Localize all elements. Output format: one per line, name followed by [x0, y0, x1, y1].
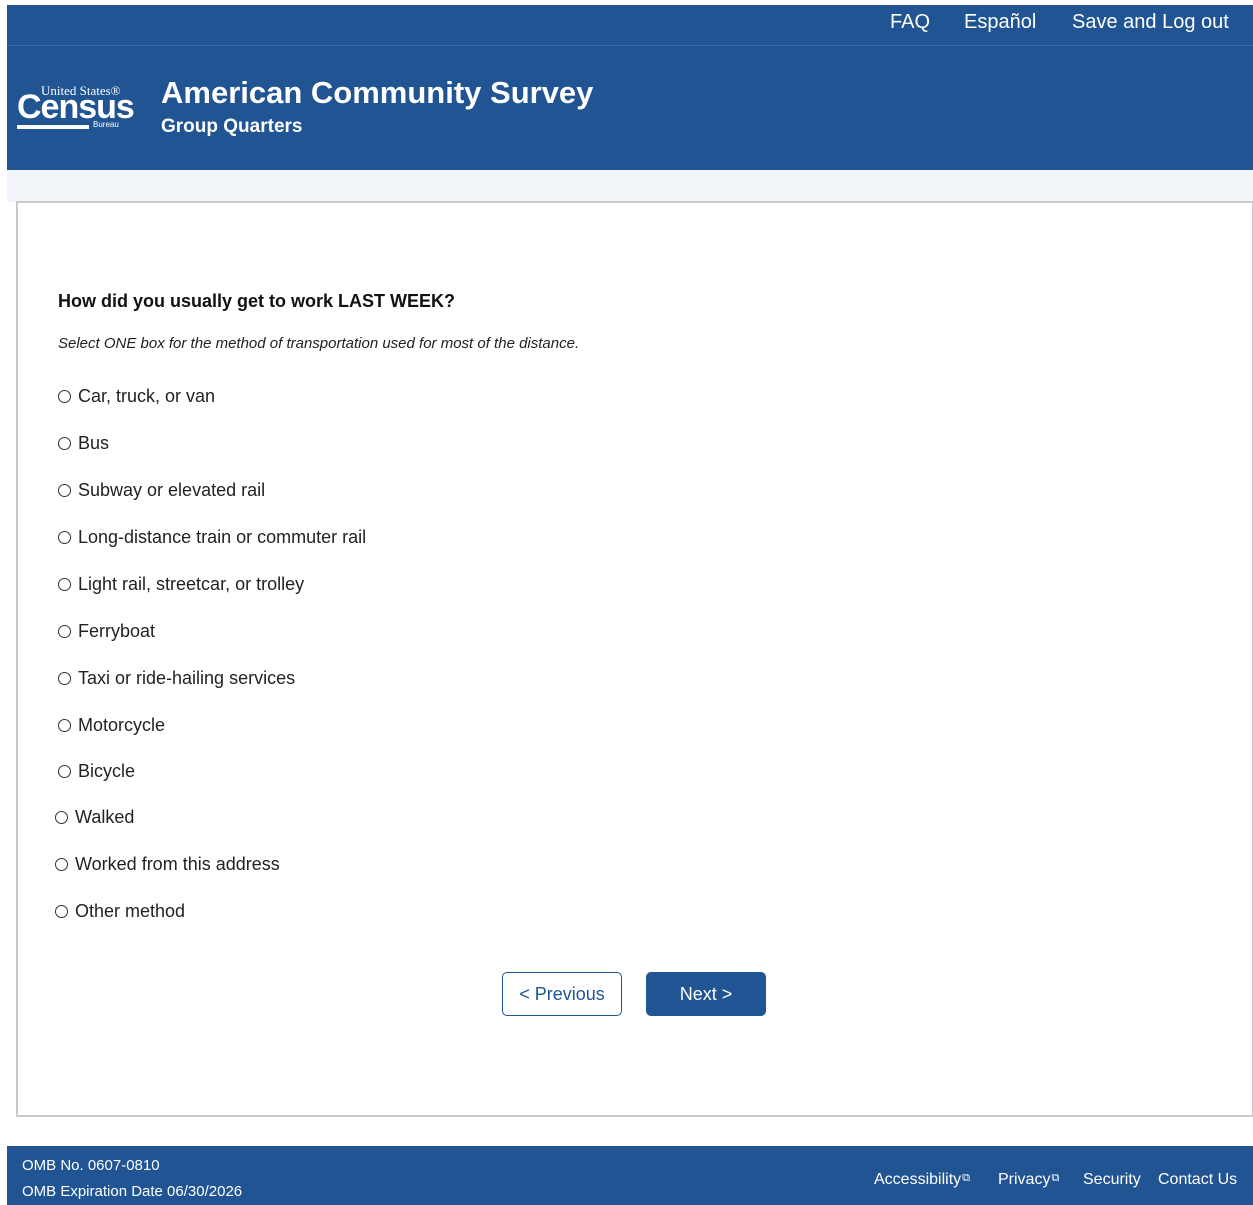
security-link[interactable]: Security: [1083, 1171, 1141, 1189]
previous-button[interactable]: < Previous: [502, 972, 622, 1016]
option-other-method[interactable]: Other method: [55, 899, 185, 923]
question-text: How did you usually get to work LAST WEE…: [58, 291, 456, 311]
radio-button[interactable]: [58, 764, 71, 778]
option-worked-from-address[interactable]: Worked from this address: [55, 852, 280, 876]
header-spacer: [7, 170, 1253, 202]
radio-button[interactable]: [58, 436, 71, 450]
radio-button[interactable]: [55, 904, 68, 918]
radio-button[interactable]: [58, 577, 71, 591]
option-label: Taxi or ride-hailing services: [78, 667, 296, 688]
option-motorcycle[interactable]: Motorcycle: [58, 713, 165, 737]
radio-button[interactable]: [58, 483, 71, 497]
save-logout-link[interactable]: Save and Log out: [1072, 11, 1229, 34]
radio-button[interactable]: [58, 389, 71, 403]
option-label: Other method: [75, 900, 186, 921]
radio-button[interactable]: [58, 624, 71, 638]
contact-us-link[interactable]: Contact Us: [1158, 1171, 1237, 1189]
option-walked[interactable]: Walked: [55, 805, 134, 829]
option-label: Subway or elevated rail: [78, 479, 266, 500]
option-label: Light rail, streetcar, or trolley: [78, 573, 305, 594]
option-ferryboat[interactable]: Ferryboat: [58, 619, 155, 643]
question-instruction: Select ONE box for the method of transpo…: [58, 335, 580, 352]
faq-link[interactable]: FAQ: [890, 11, 930, 34]
privacy-link[interactable]: Privacy⧉: [998, 1171, 1059, 1189]
option-label: Car, truck, or van: [78, 385, 216, 406]
option-taxi[interactable]: Taxi or ride-hailing services: [58, 666, 295, 690]
accessibility-link[interactable]: Accessibility⧉: [874, 1171, 970, 1189]
option-subway[interactable]: Subway or elevated rail: [58, 478, 265, 502]
option-bus[interactable]: Bus: [58, 431, 109, 455]
census-logo[interactable]: United States® Census Bureau: [17, 83, 135, 133]
omb-number: OMB No. 0607-0810: [22, 1157, 160, 1174]
option-label: Bus: [78, 432, 110, 453]
radio-button[interactable]: [58, 530, 71, 544]
next-button[interactable]: Next >: [646, 972, 766, 1016]
option-label: Ferryboat: [78, 620, 156, 641]
site-subtitle: Group Quarters: [161, 116, 303, 137]
privacy-label: Privacy: [998, 1171, 1051, 1188]
option-light-rail[interactable]: Light rail, streetcar, or trolley: [58, 572, 304, 596]
espanol-link[interactable]: Español: [964, 11, 1036, 34]
radio-button[interactable]: [55, 810, 68, 824]
radio-button[interactable]: [55, 857, 68, 871]
site-header: FAQ Español Save and Log out United Stat…: [7, 5, 1253, 170]
radio-button[interactable]: [58, 718, 71, 732]
omb-expiration: OMB Expiration Date 06/30/2026: [22, 1183, 243, 1200]
question-card: How did you usually get to work LAST WEE…: [16, 201, 1253, 1117]
option-bicycle[interactable]: Bicycle: [58, 759, 135, 783]
external-link-icon: ⧉: [1051, 1172, 1060, 1184]
page: FAQ Español Save and Log out United Stat…: [0, 0, 1253, 1205]
option-label: Walked: [75, 806, 135, 827]
option-label: Worked from this address: [75, 853, 280, 874]
option-label: Bicycle: [78, 760, 136, 781]
site-footer: OMB No. 0607-0810 OMB Expiration Date 06…: [7, 1146, 1253, 1205]
site-title: American Community Survey: [161, 75, 594, 110]
logo-underline: [17, 125, 89, 129]
option-car-truck-van[interactable]: Car, truck, or van: [58, 384, 215, 408]
accessibility-label: Accessibility: [874, 1171, 962, 1188]
option-label: Motorcycle: [78, 714, 166, 735]
option-train[interactable]: Long-distance train or commuter rail: [58, 525, 366, 549]
top-nav: FAQ Español Save and Log out: [7, 5, 1253, 46]
option-label: Long-distance train or commuter rail: [78, 526, 367, 547]
logo-bureau: Bureau: [93, 120, 119, 129]
external-link-icon: ⧉: [962, 1172, 970, 1184]
radio-button[interactable]: [58, 671, 71, 685]
